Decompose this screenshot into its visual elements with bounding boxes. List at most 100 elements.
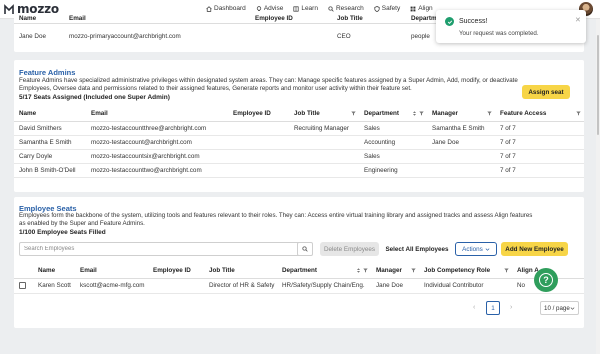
row-checkbox[interactable] bbox=[19, 281, 26, 289]
employee-seats-table: Name Email Employee ID Job Title Departm… bbox=[14, 264, 584, 294]
cell-department: Sales bbox=[359, 121, 427, 136]
nav-learn-label: Learn bbox=[301, 5, 318, 12]
check-circle-icon bbox=[445, 17, 454, 26]
col-department[interactable]: Department bbox=[277, 264, 371, 279]
cell-job-title bbox=[289, 135, 359, 150]
chevron-down-icon bbox=[485, 247, 490, 251]
feature-admins-card: Feature Admins Feature Admins have speci… bbox=[14, 60, 584, 192]
grid-icon bbox=[410, 6, 416, 11]
nav-advise[interactable]: Advise bbox=[256, 5, 283, 12]
filter-icon[interactable] bbox=[504, 268, 509, 273]
seat-count: 1/100 Employee Seats Filled bbox=[19, 229, 106, 236]
page-size-select[interactable]: 10 / page bbox=[540, 301, 579, 315]
cell-job-title: CEO bbox=[337, 32, 351, 40]
cell-name: Samantha E Smith bbox=[14, 135, 86, 150]
cell-department: Engineering bbox=[359, 163, 427, 178]
actions-button[interactable]: Actions bbox=[455, 242, 497, 256]
col-job-competency-role[interactable]: Job Competency Role bbox=[419, 264, 512, 279]
book-icon bbox=[293, 5, 299, 12]
filter-icon[interactable] bbox=[487, 111, 492, 116]
close-icon[interactable]: ✕ bbox=[575, 16, 581, 24]
nav-dashboard[interactable]: Dashboard bbox=[206, 5, 246, 12]
cell-manager bbox=[427, 163, 495, 178]
section-description: Feature Admins have specialized administ… bbox=[19, 77, 518, 92]
nav-research-label: Research bbox=[335, 5, 364, 12]
cell-email: mozzo-testaccountthree@archbright.com bbox=[86, 121, 228, 136]
filter-icon[interactable] bbox=[351, 111, 356, 116]
cell-job-title bbox=[289, 149, 359, 164]
table-row[interactable]: John B Smith-O'Dell mozzo-testaccounttwo… bbox=[14, 163, 584, 178]
table-row[interactable]: Karen Scott kscott@acme-mfg.com Director… bbox=[14, 278, 584, 294]
sort-icon[interactable] bbox=[412, 111, 417, 116]
col-employee-id[interactable]: Employee ID bbox=[228, 107, 289, 122]
cell-manager: Jane Doe bbox=[371, 278, 419, 294]
success-toast: Success! Your request was completed. ✕ bbox=[436, 10, 586, 43]
nav-learn[interactable]: Learn bbox=[293, 5, 318, 12]
cell-name: John B Smith-O'Dell bbox=[14, 163, 86, 178]
col-employee-id: Employee ID bbox=[250, 15, 332, 24]
col-email[interactable]: Email bbox=[75, 264, 148, 279]
scrollbar-thumb[interactable] bbox=[597, 35, 599, 135]
col-job-title: Job Title bbox=[332, 15, 406, 24]
add-new-employee-button[interactable]: Add New Employee bbox=[501, 242, 568, 256]
col-manager[interactable]: Manager bbox=[371, 264, 419, 279]
filter-icon[interactable] bbox=[576, 111, 581, 116]
help-button[interactable]: ? bbox=[534, 268, 558, 292]
search-employees-field[interactable] bbox=[19, 242, 300, 256]
cell-manager: Jane Doe bbox=[427, 135, 495, 150]
col-job-title[interactable]: Job Title bbox=[289, 107, 359, 122]
next-page-button[interactable]: › bbox=[510, 304, 512, 311]
cell-department: Accounting bbox=[359, 135, 427, 150]
chevron-down-icon bbox=[570, 306, 575, 310]
cell-employee-id bbox=[228, 163, 289, 178]
select-all-employees-button[interactable]: Select All Employees bbox=[384, 242, 450, 256]
cell-job-competency-role: Individual Contributor bbox=[419, 278, 512, 294]
employee-seats-card: Employee Seats Employees form the backbo… bbox=[14, 197, 584, 328]
col-feature-access[interactable]: Feature Access bbox=[495, 107, 584, 122]
page-number-button[interactable]: 1 bbox=[486, 301, 500, 315]
cell-email: mozzo-primaryaccount@archbright.com bbox=[69, 32, 181, 40]
assign-seat-button[interactable]: Assign seat bbox=[522, 85, 570, 99]
nav-safety[interactable]: Safety bbox=[374, 5, 400, 12]
search-input[interactable] bbox=[20, 243, 280, 255]
col-department[interactable]: Department bbox=[359, 107, 427, 122]
delete-employees-button[interactable]: Delete Employees bbox=[320, 242, 379, 256]
seat-count: 5/17 Seats Assigned (Included one Super … bbox=[19, 94, 170, 101]
nav-research[interactable]: Research bbox=[328, 5, 364, 12]
cell-name: Karen Scott bbox=[33, 278, 75, 294]
cell-job-title: Recruiting Manager bbox=[289, 121, 359, 136]
cell-feature-access: 7 of 7 bbox=[495, 163, 584, 178]
col-job-title[interactable]: Job Title bbox=[204, 264, 277, 279]
cell-manager bbox=[427, 149, 495, 164]
col-email[interactable]: Email bbox=[86, 107, 228, 122]
col-select bbox=[14, 264, 33, 279]
nav-dashboard-label: Dashboard bbox=[214, 5, 246, 12]
prev-page-button[interactable]: ‹ bbox=[473, 304, 475, 311]
cell-select[interactable] bbox=[14, 278, 33, 294]
col-name[interactable]: Name bbox=[14, 107, 86, 122]
col-employee-id[interactable]: Employee ID bbox=[148, 264, 204, 279]
filter-icon[interactable] bbox=[419, 111, 424, 116]
nav-align[interactable]: Align bbox=[410, 5, 433, 12]
cell-employee-id bbox=[250, 23, 332, 49]
table-row[interactable]: Samantha E Smith mozzo-testaccount@archb… bbox=[14, 135, 584, 150]
cell-employee-id bbox=[228, 121, 289, 136]
actions-label: Actions bbox=[462, 245, 483, 253]
mozzo-logo[interactable]: mozzo bbox=[4, 2, 59, 16]
nav-safety-label: Safety bbox=[381, 5, 401, 12]
cell-department: Sales bbox=[359, 149, 427, 164]
col-name: Name bbox=[14, 15, 64, 24]
cell-feature-access: 7 of 7 bbox=[495, 135, 584, 150]
cell-manager: Samantha E Smith bbox=[427, 121, 495, 136]
filter-icon[interactable] bbox=[363, 268, 368, 273]
col-name[interactable]: Name bbox=[33, 264, 75, 279]
main-nav: Dashboard Advise Learn Research Safety A… bbox=[206, 5, 433, 12]
cell-job-title bbox=[289, 163, 359, 178]
table-row[interactable]: David Smithers mozzo-testaccountthree@ar… bbox=[14, 121, 584, 136]
filter-icon[interactable] bbox=[411, 268, 416, 273]
search-button[interactable] bbox=[297, 242, 313, 256]
sort-icon[interactable] bbox=[356, 268, 361, 273]
col-manager[interactable]: Manager bbox=[427, 107, 495, 122]
page-scrollbar[interactable] bbox=[596, 19, 600, 354]
table-row[interactable]: Carry Doyle mozzo-testaccountsix@archbri… bbox=[14, 149, 584, 164]
